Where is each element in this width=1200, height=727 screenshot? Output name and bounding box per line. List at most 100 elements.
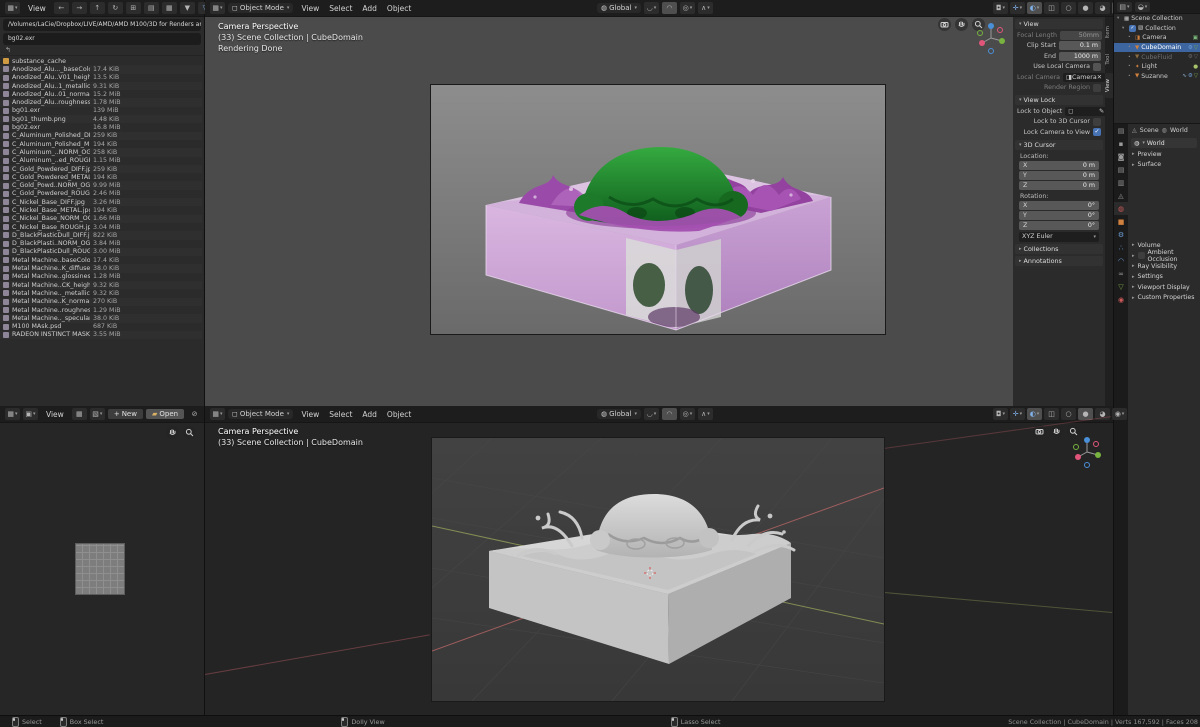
breadcrumb-scene[interactable]: Scene: [1140, 127, 1159, 134]
file-row[interactable]: Metal Machine..CK_height.png9.32 KiB: [0, 281, 202, 289]
cursor-rotation-z-field[interactable]: Z0°: [1019, 221, 1099, 230]
file-row[interactable]: bg02.exr16.8 MiB: [0, 123, 202, 131]
file-row[interactable]: Metal Machine.._specular.png38.0 KiB: [0, 314, 202, 322]
xray-toggle-icon[interactable]: ◫: [1044, 408, 1059, 420]
outliner-item-camera[interactable]: •◨Camera▣: [1114, 33, 1200, 43]
proportional-edit-icon[interactable]: ◎▾: [680, 2, 695, 14]
menu-object[interactable]: Object: [382, 3, 416, 14]
file-row-folder[interactable]: substance_cache: [0, 57, 202, 65]
panel-surface[interactable]: ▸Surface: [1128, 160, 1200, 171]
sidebar-tab-tool[interactable]: Tool: [1105, 48, 1113, 71]
file-row[interactable]: C_Nickel_Base_METAL.jpg194 KiB: [0, 206, 202, 214]
editor-type-icon[interactable]: ▦▾: [5, 2, 20, 14]
clip-end-field[interactable]: 1000 m: [1059, 52, 1101, 61]
menu-select[interactable]: Select: [324, 3, 357, 14]
pin-icon[interactable]: ⊘: [187, 408, 202, 420]
file-row[interactable]: Metal Machine..K_normal.png270 KiB: [0, 298, 202, 306]
proportional-falloff-icon[interactable]: ∧▾: [698, 408, 713, 420]
outliner-item-suzanne[interactable]: •▼Suzanne∿⚙▽: [1114, 72, 1200, 82]
cursor-location-z-field[interactable]: Z0 m: [1019, 181, 1099, 190]
shading-wireframe-icon[interactable]: ○: [1061, 408, 1076, 420]
file-row[interactable]: Metal Machine.._metallic.png9.32 KiB: [0, 289, 202, 297]
file-row[interactable]: Anodized_Alu..._baseColor.png17.4 KiB: [0, 65, 202, 73]
file-row[interactable]: Metal Machine..glossiness.png1.28 MiB: [0, 273, 202, 281]
shading-material-icon[interactable]: ◕: [1095, 2, 1110, 14]
file-row[interactable]: C_Nickel_Base_DIFF.jpg3.26 MiB: [0, 198, 202, 206]
properties-tab-tool[interactable]: ▪: [1114, 137, 1128, 150]
file-row[interactable]: C_Gold_Powdered_DIFF.jpg259 KiB: [0, 165, 202, 173]
snap-target-icon[interactable]: ◡▾: [644, 2, 659, 14]
outliner-filter-icon[interactable]: ◒▾: [1135, 2, 1150, 12]
navigation-gizmo[interactable]: [975, 20, 1007, 56]
gizmos-toggle-icon[interactable]: ✛▾: [1010, 2, 1025, 14]
image-mode-icon[interactable]: ▣▾: [23, 408, 38, 420]
outliner-scene-collection[interactable]: ▾▦Scene Collection: [1114, 14, 1200, 24]
directory-path-field[interactable]: /Volumes/LaCie/Dropbox/LIVE/AMD/AMD M100…: [3, 19, 201, 31]
snap-magnet-icon[interactable]: ◠: [662, 408, 677, 420]
properties-tab-physics[interactable]: ◠: [1114, 254, 1128, 267]
file-row[interactable]: bg01.exr139 MiB: [0, 107, 202, 115]
file-row[interactable]: D_BlackPlasticDull_DIFF.jpg822 KiB: [0, 231, 202, 239]
parent-directory-icon[interactable]: ↑: [90, 2, 105, 14]
panel-custom-properties[interactable]: ▸Custom Properties: [1128, 293, 1200, 304]
snap-target-icon[interactable]: ◡▾: [644, 408, 659, 420]
sort-icon[interactable]: ▼: [180, 2, 195, 14]
up-directory-row[interactable]: ↰: [0, 45, 204, 56]
outliner-item-cubedomain[interactable]: •▼CubeDomain⚙▽: [1114, 43, 1200, 53]
refresh-icon[interactable]: ↻: [108, 2, 123, 14]
properties-tab-scene[interactable]: ◬: [1114, 189, 1128, 202]
menu-add[interactable]: Add: [357, 3, 382, 14]
properties-tab-material[interactable]: ◉: [1114, 293, 1128, 306]
panel-settings[interactable]: ▸Settings: [1128, 272, 1200, 283]
image-preview-grid[interactable]: [75, 543, 125, 595]
camera-render-view[interactable]: [430, 84, 886, 335]
panel-ambient-occlusion[interactable]: ▸Ambient Occlusion: [1128, 251, 1200, 262]
shading-rendered-icon[interactable]: ◉▾: [1112, 408, 1127, 420]
image-editor-view-menu[interactable]: View: [41, 409, 69, 420]
file-row[interactable]: Anodized_Alu..01_normal.png15.2 MiB: [0, 90, 202, 98]
image-display-icon[interactable]: ▦: [72, 408, 87, 420]
open-image-button[interactable]: ▰Open: [146, 409, 184, 419]
menu-select[interactable]: Select: [324, 409, 357, 420]
editor-type-icon[interactable]: ▤: [1114, 124, 1128, 137]
rotation-mode-dropdown[interactable]: XYZ Euler▾: [1019, 232, 1099, 242]
file-row[interactable]: Anodized_Alu..1_metallic.png9.31 KiB: [0, 82, 202, 90]
use-local-camera-checkbox[interactable]: [1093, 63, 1101, 71]
cursor-panel-header[interactable]: ▾3D Cursor: [1015, 140, 1103, 150]
object-type-visibility-icon[interactable]: ◘▾: [993, 408, 1008, 420]
gizmos-toggle-icon[interactable]: ✛▾: [1010, 408, 1025, 420]
zoom-icon[interactable]: [183, 426, 196, 439]
file-row[interactable]: D_BlackPlasti..NORM_OGL.jpg3.84 MiB: [0, 240, 202, 248]
outliner-item-cubefluid[interactable]: •▼CubeFluid⚙▽: [1114, 52, 1200, 62]
shading-wireframe-icon[interactable]: ○: [1061, 2, 1076, 14]
viewport-rendered[interactable]: ▦▾ ◻Object Mode▾ ViewSelectAddObject ◍Gl…: [205, 0, 1113, 406]
outliner-item-light[interactable]: •✦Light●: [1114, 62, 1200, 72]
properties-tab-view-layer[interactable]: ▥: [1114, 176, 1128, 189]
file-row[interactable]: Anodized_Alu..V01_height.png13.5 KiB: [0, 74, 202, 82]
file-row[interactable]: C_Aluminum_..NORM_OGL.jpg258 KiB: [0, 148, 202, 156]
properties-tab-modifiers[interactable]: ⚙: [1114, 228, 1128, 241]
editor-type-icon[interactable]: ▦▾: [210, 408, 225, 420]
file-row[interactable]: RADEON INSTINCT MASK.psd3.55 MiB: [0, 331, 202, 339]
file-row[interactable]: M100 MAsk.psd687 KiB: [0, 323, 202, 331]
cursor-location-x-field[interactable]: X0 m: [1019, 161, 1099, 170]
focal-length-field[interactable]: 50mm: [1060, 31, 1102, 40]
file-row[interactable]: C_Nickel_Base_ROUGH.jpg3.04 MiB: [0, 223, 202, 231]
new-image-button[interactable]: +New: [108, 409, 143, 419]
create-directory-icon[interactable]: ⊞: [126, 2, 141, 14]
file-row[interactable]: C_Gold_Powdered_METAL.jpg194 KiB: [0, 173, 202, 181]
panel-preview[interactable]: ▸Preview: [1128, 149, 1200, 160]
menu-view[interactable]: View: [296, 3, 324, 14]
view-panel-header[interactable]: ▾View: [1015, 19, 1103, 29]
properties-tab-render[interactable]: ◙: [1114, 150, 1128, 163]
file-row[interactable]: bg01_thumb.png4.48 KiB: [0, 115, 202, 123]
file-row[interactable]: Anodized_Alu..roughness.png1.78 MiB: [0, 98, 202, 106]
collection-checkbox[interactable]: ✓: [1129, 25, 1136, 32]
world-datablock-selector[interactable]: ◍▾ World: [1131, 138, 1197, 148]
mode-selector[interactable]: ◻Object Mode▾: [228, 3, 293, 13]
view-lock-panel-header[interactable]: ▾View Lock: [1015, 95, 1103, 105]
eyedropper-icon[interactable]: ✎: [1099, 107, 1104, 116]
sidebar-tab-view[interactable]: View: [1105, 73, 1113, 98]
lock-3d-cursor-checkbox[interactable]: [1093, 118, 1101, 126]
lock-to-object-field[interactable]: ◻✎: [1065, 107, 1107, 116]
